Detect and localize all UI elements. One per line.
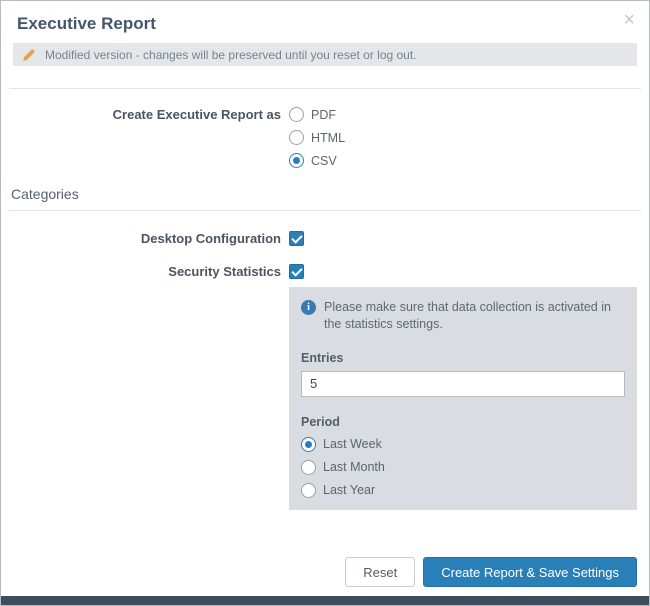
dialog-header: Executive Report × — [1, 1, 649, 43]
executive-report-dialog: Executive Report × Modified version - ch… — [0, 0, 650, 606]
period-label: Period — [301, 415, 625, 429]
categories-heading: Categories — [11, 186, 649, 202]
info-text: Please make sure that data collection is… — [324, 299, 625, 333]
security-statistics-checkbox[interactable] — [289, 264, 304, 279]
last-year-radio[interactable] — [301, 483, 316, 498]
pencil-icon — [22, 48, 36, 62]
entries-input[interactable] — [301, 371, 625, 397]
last-week-radio[interactable] — [301, 437, 316, 452]
radio-option-last-month[interactable]: Last Month — [301, 460, 625, 475]
desktop-configuration-checkbox[interactable] — [289, 231, 304, 246]
radio-option-last-week[interactable]: Last Week — [301, 437, 625, 452]
radio-option-pdf[interactable]: PDF — [289, 107, 345, 122]
info-icon: i — [301, 300, 316, 315]
csv-radio[interactable] — [289, 153, 304, 168]
last-month-radio-label: Last Month — [323, 460, 385, 474]
report-format-options: PDF HTML CSV — [289, 107, 345, 168]
radio-option-csv[interactable]: CSV — [289, 153, 345, 168]
dialog-title: Executive Report — [17, 14, 633, 34]
security-statistics-label: Security Statistics — [1, 264, 281, 279]
notice-text: Modified version - changes will be prese… — [45, 48, 417, 62]
create-report-save-settings-button[interactable]: Create Report & Save Settings — [423, 557, 637, 587]
close-icon[interactable]: × — [623, 10, 635, 30]
modified-version-notice: Modified version - changes will be prese… — [13, 43, 637, 66]
dialog-footer: Reset Create Report & Save Settings — [1, 557, 649, 596]
pdf-radio-label: PDF — [311, 108, 336, 122]
html-radio-label: HTML — [311, 131, 345, 145]
csv-radio-label: CSV — [311, 154, 337, 168]
report-format-label: Create Executive Report as — [1, 107, 281, 122]
html-radio[interactable] — [289, 130, 304, 145]
radio-option-last-year[interactable]: Last Year — [301, 483, 625, 498]
radio-option-html[interactable]: HTML — [289, 130, 345, 145]
statistics-settings-panel: i Please make sure that data collection … — [289, 287, 637, 510]
report-format-row: Create Executive Report as PDF HTML CSV — [1, 89, 649, 168]
security-statistics-row: Security Statistics — [1, 264, 649, 279]
desktop-configuration-label: Desktop Configuration — [1, 231, 281, 246]
entries-label: Entries — [301, 351, 625, 365]
info-message: i Please make sure that data collection … — [301, 299, 625, 333]
last-week-radio-label: Last Week — [323, 437, 382, 451]
divider — [9, 210, 641, 211]
period-options: Last Week Last Month Last Year — [301, 437, 625, 498]
reset-button[interactable]: Reset — [345, 557, 415, 587]
last-month-radio[interactable] — [301, 460, 316, 475]
last-year-radio-label: Last Year — [323, 483, 375, 497]
pdf-radio[interactable] — [289, 107, 304, 122]
page-background-strip — [1, 596, 649, 605]
desktop-configuration-row: Desktop Configuration — [1, 231, 649, 246]
